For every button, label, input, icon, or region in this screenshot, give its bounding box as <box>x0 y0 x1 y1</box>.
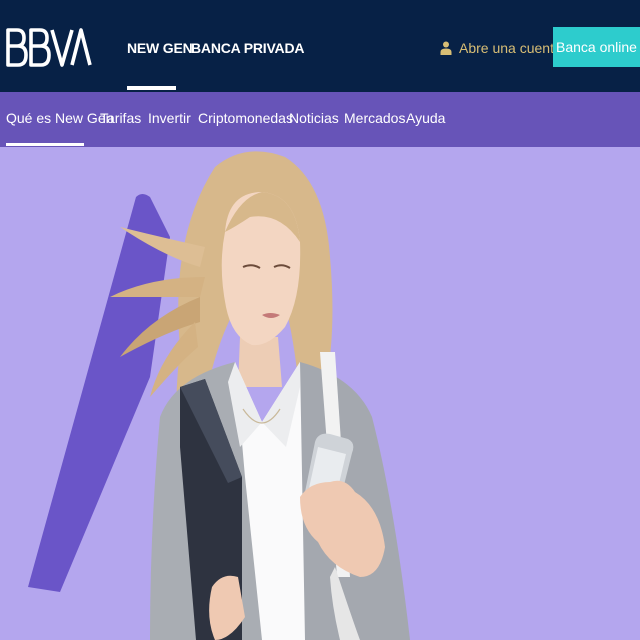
subnav-item-ayuda[interactable]: Ayuda <box>406 110 445 126</box>
open-account-label: Abre una cuenta <box>459 40 562 56</box>
subnav-item-que-es-new-gen[interactable]: Qué es New Gen <box>6 110 113 126</box>
subnav-item-criptomonedas[interactable]: Criptomonedas <box>198 110 293 126</box>
hero-banner <box>0 147 640 640</box>
subnav-item-invertir[interactable]: Invertir <box>148 110 191 126</box>
subnav-item-mercados[interactable]: Mercados <box>344 110 405 126</box>
bbva-logo[interactable] <box>6 27 92 69</box>
tab-new-gen[interactable]: NEW GEN <box>127 40 193 56</box>
active-subnav-indicator <box>6 143 84 146</box>
banca-online-button[interactable]: Banca online <box>553 27 640 67</box>
decorative-a-shape <box>28 197 170 592</box>
secondary-nav: Qué es New Gen Tarifas Invertir Criptomo… <box>0 92 640 147</box>
hero-image <box>28 151 410 640</box>
tab-banca-privada[interactable]: BANCA PRIVADA <box>191 40 304 56</box>
open-account-link[interactable]: Abre una cuenta <box>440 38 562 58</box>
active-tab-indicator <box>127 86 176 90</box>
top-header: NEW GEN BANCA PRIVADA Abre una cuenta Ba… <box>0 0 640 92</box>
person-icon <box>440 41 452 55</box>
subnav-item-noticias[interactable]: Noticias <box>289 110 339 126</box>
subnav-item-tarifas[interactable]: Tarifas <box>100 110 141 126</box>
